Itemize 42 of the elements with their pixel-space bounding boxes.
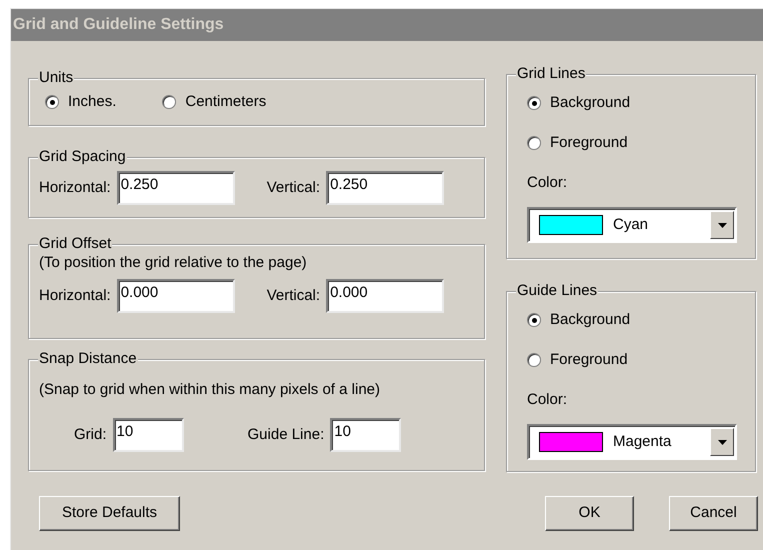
color-dropdown[interactable]: Cyan [527, 207, 737, 243]
radio-button[interactable] [527, 313, 541, 327]
input-field[interactable]: 0.250 [326, 171, 444, 205]
dialog-button[interactable]: OK [545, 496, 634, 531]
input-field[interactable]: 10 [112, 418, 184, 452]
radio-label: Background [550, 93, 630, 113]
color-label: Color: [527, 390, 568, 410]
note-text: (To position the grid relative to the page) [39, 253, 308, 273]
group-label: Snap Distance [38, 349, 138, 369]
radio-button[interactable] [527, 353, 541, 367]
radio-label: Foreground [550, 350, 628, 370]
note-text: (Snap to grid when within this many pixels of a line) [39, 380, 382, 400]
radio-label: Centimeters [185, 92, 266, 112]
window-title: Grid and Guideline Settings [13, 15, 224, 35]
group-label: Grid Spacing [38, 147, 127, 167]
radio-button[interactable] [527, 136, 541, 150]
radio-button[interactable] [45, 95, 59, 109]
field-label: Vertical: [266, 178, 320, 198]
radio-label: Inches. [68, 92, 116, 112]
caret-icon [718, 440, 726, 444]
field-label: Horizontal: [39, 178, 111, 198]
field-label: Guide Line: [248, 425, 324, 445]
field-label: Grid: [74, 425, 107, 445]
caret-icon [718, 222, 726, 228]
dialog-button[interactable]: Cancel [669, 496, 758, 531]
input-field[interactable]: 10 [330, 418, 402, 452]
dropdown-value: Cyan [613, 215, 650, 235]
dropdown-arrow-button[interactable] [710, 428, 734, 456]
color-dropdown[interactable]: Magenta [527, 424, 737, 460]
radio-button[interactable] [527, 96, 541, 110]
dialog-button[interactable]: Store Defaults [39, 496, 180, 531]
dropdown-value: Magenta [613, 432, 672, 452]
radio-label: Background [550, 310, 630, 330]
field-label: Horizontal: [39, 286, 111, 306]
input-field[interactable]: 0.250 [116, 171, 235, 205]
radio-label: Foreground [550, 133, 628, 153]
color-label: Color: [527, 173, 568, 193]
input-field[interactable]: 0.000 [116, 279, 235, 313]
dropdown-arrow-button[interactable] [710, 211, 734, 239]
field-label: Vertical: [266, 286, 320, 306]
input-field[interactable]: 0.000 [326, 279, 444, 313]
radio-button[interactable] [162, 95, 176, 109]
